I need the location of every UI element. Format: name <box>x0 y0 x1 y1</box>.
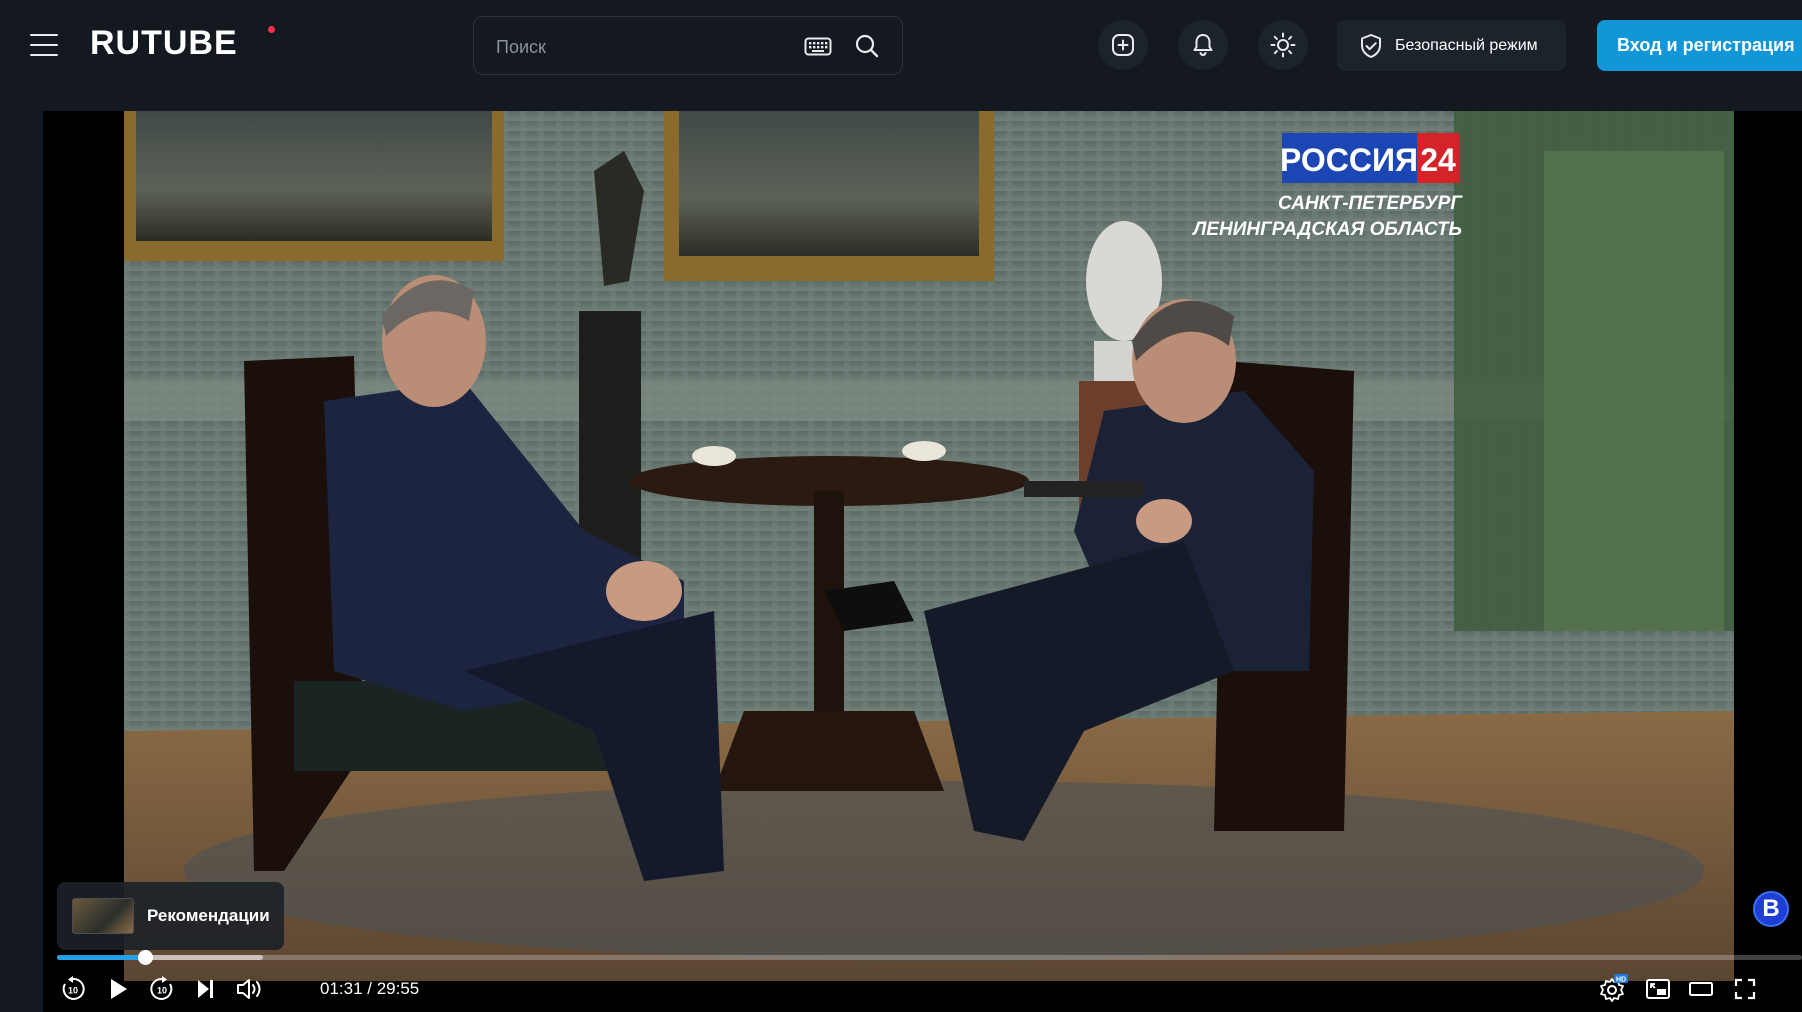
played-bar <box>57 955 146 960</box>
time-display: 01:31 / 29:55 <box>320 979 419 999</box>
search-box <box>473 16 903 75</box>
fullscreen-icon[interactable] <box>1730 974 1760 1004</box>
quality-badge: HD <box>1616 976 1626 983</box>
current-time: 01:31 <box>320 979 363 998</box>
upload-video-button[interactable] <box>1098 20 1148 70</box>
channel-logo-text: РОССИЯ <box>1280 142 1418 178</box>
next-video-icon[interactable] <box>190 974 220 1004</box>
time-separator: / <box>362 979 377 998</box>
channel-region-line2: ЛЕНИНГРАДСКАЯ ОБЛАСТЬ <box>1191 219 1462 240</box>
svg-text:10: 10 <box>157 986 167 996</box>
theater-mode-icon[interactable] <box>1686 974 1716 1004</box>
picture-in-picture-icon[interactable] <box>1643 974 1673 1004</box>
recommendations-label: Рекомендации <box>147 906 270 925</box>
bell-icon <box>1193 34 1213 57</box>
progress-bar[interactable] <box>57 950 1802 965</box>
rutube-logo[interactable]: RUTUBE <box>90 24 238 63</box>
login-register-button[interactable]: Вход и регистрация <box>1597 20 1802 71</box>
forward-10-icon[interactable]: 10 <box>147 974 177 1004</box>
theme-toggle-button[interactable] <box>1258 20 1308 70</box>
svg-text:10: 10 <box>68 986 78 996</box>
player-controls: 10 10 01:31 / 29:55 HD <box>43 966 1802 1012</box>
recommendations-button[interactable]: Рекомендации <box>57 882 284 950</box>
sun-icon <box>1270 32 1296 58</box>
notifications-button[interactable] <box>1178 20 1228 70</box>
add-video-icon <box>1112 34 1134 56</box>
total-time: 29:55 <box>376 979 420 998</box>
safe-mode-label: Безопасный режим <box>1395 36 1538 54</box>
safe-mode-button[interactable]: Безопасный режим <box>1337 20 1566 71</box>
recommendation-thumbnail <box>72 898 134 934</box>
channel-region-line1: САНКТ-ПЕТЕРБУРГ <box>1278 193 1463 214</box>
shield-check-icon <box>1361 33 1381 58</box>
quality-settings-icon[interactable]: HD <box>1598 974 1628 1004</box>
video-player[interactable]: РОССИЯ 24 САНКТ-ПЕТЕРБУРГ ЛЕНИНГРАДСКАЯ … <box>43 111 1802 1012</box>
search-icon[interactable] <box>854 33 880 59</box>
search-input[interactable] <box>494 31 798 63</box>
keyboard-icon[interactable] <box>804 35 832 57</box>
top-header: RUTUBE Поиск Безопасный режим Вход и рег… <box>0 0 1802 90</box>
partner-badge[interactable]: B <box>1753 891 1789 927</box>
play-icon[interactable] <box>103 974 133 1004</box>
video-frame[interactable]: РОССИЯ 24 САНКТ-ПЕТЕРБУРГ ЛЕНИНГРАДСКАЯ … <box>124 111 1734 981</box>
channel-logo-number: 24 <box>1420 142 1456 178</box>
hamburger-menu-icon[interactable] <box>30 32 60 58</box>
video-scene-illustration: РОССИЯ 24 САНКТ-ПЕТЕРБУРГ ЛЕНИНГРАДСКАЯ … <box>124 111 1734 981</box>
rewind-10-icon[interactable]: 10 <box>58 974 88 1004</box>
logo-dot <box>268 26 275 33</box>
volume-icon[interactable] <box>233 974 267 1004</box>
